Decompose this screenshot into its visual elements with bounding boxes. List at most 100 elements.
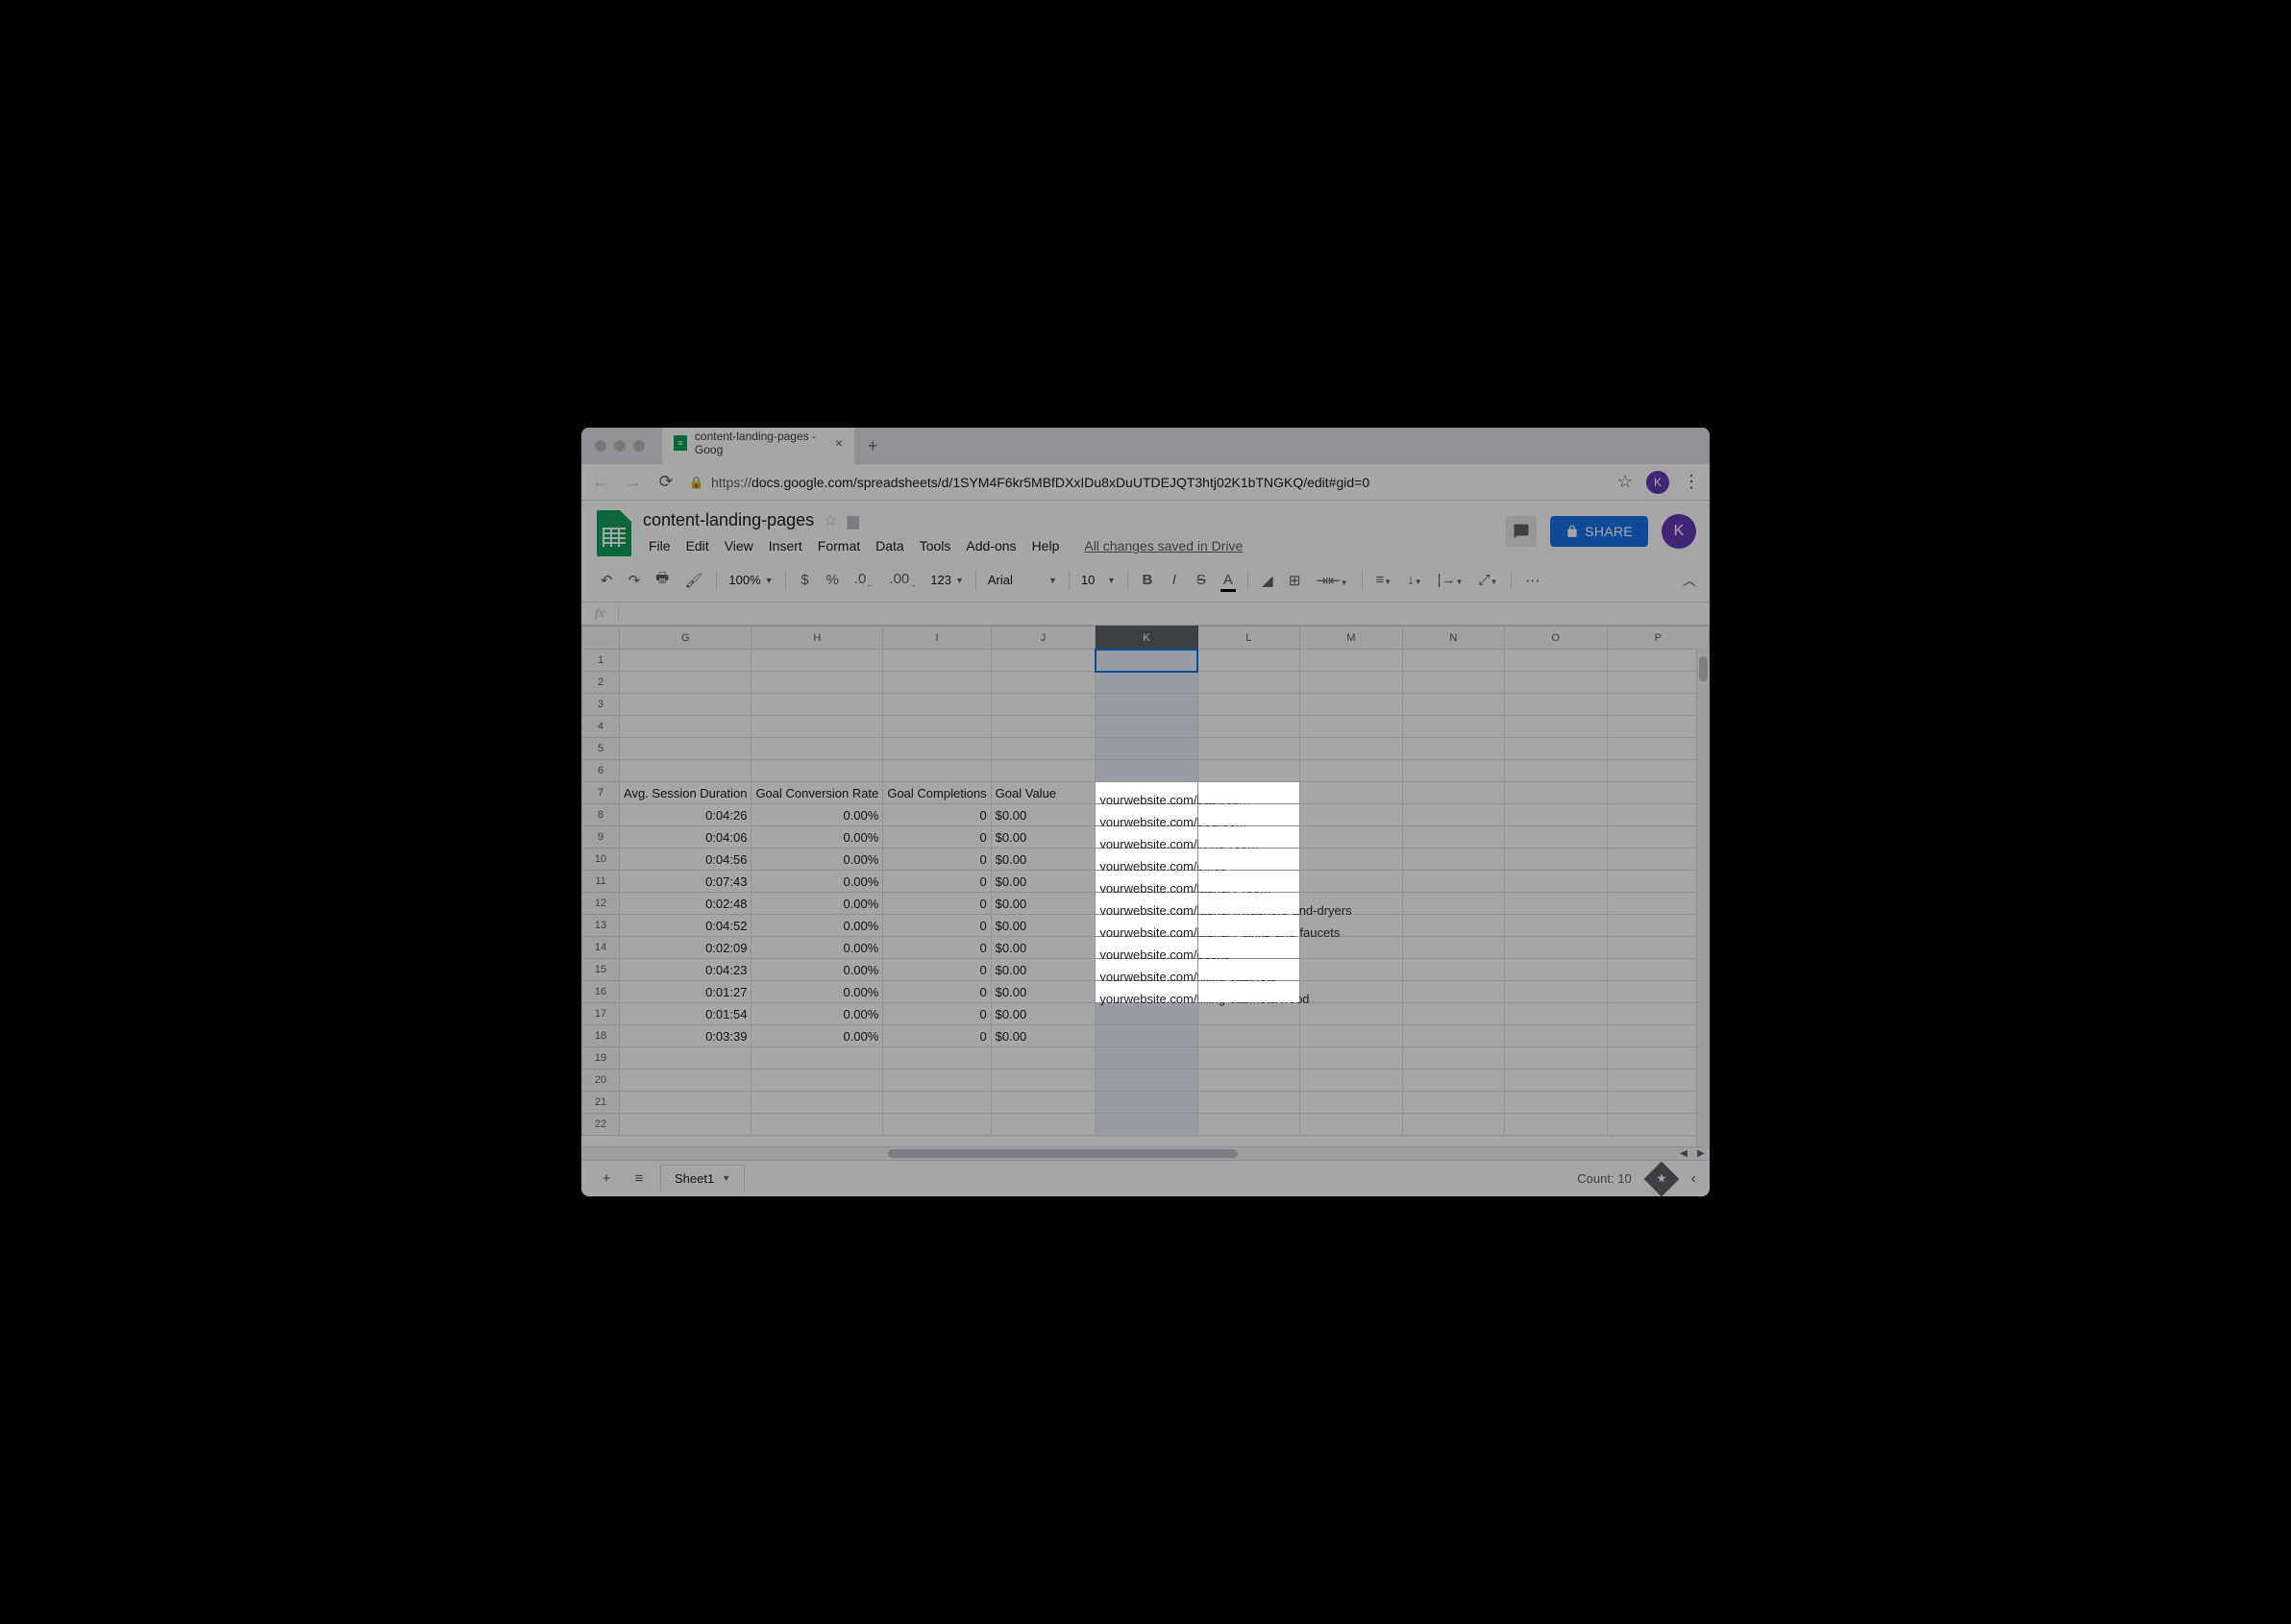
star-document-icon[interactable]: ☆ [824,511,837,530]
cell[interactable] [620,1047,751,1070]
cell[interactable]: 0 [883,1003,991,1025]
share-button[interactable]: SHARE [1550,516,1648,547]
hscroll-left-icon[interactable]: ◀ [1675,1147,1692,1160]
cell[interactable] [1197,893,1299,915]
vertical-scrollbar[interactable] [1696,649,1710,1146]
col-header-J[interactable]: J [991,627,1096,650]
zoom-dropdown[interactable]: 100%▼ [725,571,776,589]
row-header[interactable]: 20 [582,1070,620,1092]
cell[interactable] [1197,716,1299,738]
cell[interactable]: yourwebsite.com/filling-cabinets/wood [1096,981,1197,1003]
italic-button[interactable]: I [1163,568,1186,592]
cell[interactable] [1607,849,1710,871]
row-header[interactable]: 3 [582,694,620,716]
cell[interactable] [1197,1070,1299,1092]
cell[interactable] [1096,1092,1197,1114]
v-align-button[interactable]: ↓▼ [1401,568,1427,592]
cell[interactable] [883,650,991,672]
cell[interactable] [1300,959,1402,981]
cell[interactable] [883,716,991,738]
cell[interactable] [1402,937,1504,959]
format-percent-button[interactable]: % [821,568,845,592]
font-size-dropdown[interactable]: 10▼ [1077,571,1120,589]
cell[interactable] [1402,716,1504,738]
cell[interactable] [1607,1092,1710,1114]
cell[interactable] [1505,650,1607,672]
cell[interactable] [1096,760,1197,782]
cell[interactable] [751,1070,883,1092]
cell[interactable] [1300,694,1402,716]
cell[interactable] [751,1047,883,1070]
cell[interactable]: Avg. Session Duration [620,782,751,804]
cell[interactable] [1607,738,1710,760]
cell[interactable]: yourwebsite.com/filling-cabinets [1096,959,1197,981]
cell[interactable]: 0:01:54 [620,1003,751,1025]
cell[interactable] [1505,760,1607,782]
cell[interactable] [883,738,991,760]
cell[interactable] [991,1092,1096,1114]
cell[interactable] [1505,937,1607,959]
cell[interactable]: 0.00% [751,804,883,826]
cell[interactable] [1607,981,1710,1003]
menu-help[interactable]: Help [1026,534,1066,557]
cell[interactable]: 0.00% [751,871,883,893]
cell[interactable] [991,650,1096,672]
cell[interactable] [1197,1047,1299,1070]
row-header[interactable]: 1 [582,650,620,672]
cell[interactable]: 0 [883,826,991,849]
explore-button[interactable] [1643,1161,1679,1196]
row-header[interactable]: 4 [582,716,620,738]
cell[interactable] [1505,672,1607,694]
cell[interactable] [1402,1003,1504,1025]
cell[interactable] [620,694,751,716]
cell[interactable] [1096,694,1197,716]
cell[interactable] [1505,738,1607,760]
cell[interactable] [1402,893,1504,915]
minimize-window-icon[interactable] [614,440,626,452]
merge-cells-button[interactable]: ⇥⇤▼ [1310,568,1353,593]
cell[interactable] [751,672,883,694]
cell[interactable]: $0.00 [991,826,1096,849]
cell[interactable]: 0.00% [751,849,883,871]
cell[interactable] [1197,694,1299,716]
cell[interactable] [1197,672,1299,694]
cell[interactable] [883,1092,991,1114]
row-header[interactable]: 5 [582,738,620,760]
cell[interactable] [991,760,1096,782]
bold-button[interactable]: B [1136,568,1159,592]
cell[interactable] [1402,1114,1504,1136]
cell[interactable] [883,672,991,694]
cell[interactable] [751,738,883,760]
cell[interactable] [1197,1025,1299,1047]
cell[interactable] [1300,1070,1402,1092]
cell[interactable]: $0.00 [991,804,1096,826]
cell[interactable]: $0.00 [991,849,1096,871]
cell[interactable] [1402,694,1504,716]
cell[interactable] [991,716,1096,738]
print-button[interactable]: 🖶 [650,564,675,596]
cell[interactable] [1300,672,1402,694]
reload-button[interactable]: ⟳ [656,472,676,492]
sheet-tab[interactable]: Sheet1 ▼ [660,1165,745,1192]
cell[interactable] [1197,1114,1299,1136]
cell[interactable] [991,738,1096,760]
cell[interactable] [883,694,991,716]
cell[interactable] [1402,650,1504,672]
cell[interactable] [1402,1070,1504,1092]
cell[interactable] [1505,959,1607,981]
cell[interactable] [1607,871,1710,893]
back-button[interactable]: ← [591,472,610,492]
cell[interactable] [1505,915,1607,937]
menu-view[interactable]: View [719,534,759,557]
col-header-I[interactable]: I [883,627,991,650]
cell[interactable] [1096,650,1197,672]
cell[interactable] [1402,672,1504,694]
cell[interactable] [1197,959,1299,981]
cell[interactable]: $0.00 [991,871,1096,893]
col-header-H[interactable]: H [751,627,883,650]
cell[interactable]: Goal Completions [883,782,991,804]
comments-button[interactable] [1506,516,1537,547]
cell[interactable] [751,760,883,782]
cell[interactable] [751,650,883,672]
cell[interactable] [1096,738,1197,760]
